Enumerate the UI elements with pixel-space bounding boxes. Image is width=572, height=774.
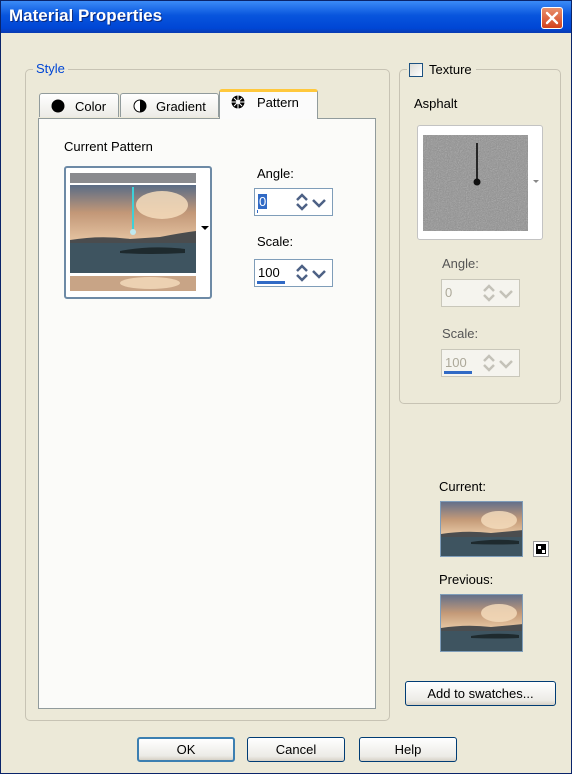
window-title: Material Properties	[9, 6, 163, 25]
swap-icon	[536, 544, 546, 554]
texture-preview-image	[423, 135, 528, 231]
close-icon	[545, 11, 559, 25]
tab-pattern-label: Pattern	[257, 95, 299, 110]
material-properties-dialog: Material Properties Style Color Gradient…	[0, 0, 572, 774]
style-legend: Style	[33, 61, 68, 76]
current-swatch[interactable]	[440, 501, 523, 557]
close-button[interactable]	[541, 7, 563, 29]
pattern-swatch-button[interactable]	[64, 166, 212, 299]
tab-gradient[interactable]: Gradient	[120, 93, 219, 117]
swap-swatches-button[interactable]	[533, 541, 549, 557]
ok-button[interactable]: OK	[137, 737, 235, 762]
pattern-scale-stepper[interactable]: 100	[254, 259, 333, 287]
pattern-angle-bar	[257, 210, 258, 213]
texture-angle-value: 0	[445, 285, 453, 300]
current-swatch-label: Current:	[439, 479, 486, 494]
cancel-button[interactable]: Cancel	[247, 737, 345, 762]
help-button[interactable]: Help	[359, 737, 457, 762]
title-bar[interactable]: Material Properties	[1, 1, 571, 33]
previous-swatch-label: Previous:	[439, 572, 494, 587]
pattern-angle-value: 0	[258, 194, 268, 209]
pattern-scale-value: 100	[258, 265, 280, 280]
spin-arrows-icon[interactable]	[294, 193, 330, 211]
texture-angle-label: Angle:	[442, 256, 479, 271]
pattern-preview-image	[70, 173, 196, 291]
pattern-angle-label: Angle:	[257, 166, 294, 181]
color-dot-icon	[51, 99, 65, 113]
texture-name: Asphalt	[414, 96, 458, 111]
pattern-scale-bar	[257, 281, 285, 284]
pattern-angle-stepper[interactable]: 0	[254, 188, 333, 216]
texture-checkbox-label: Texture	[429, 62, 472, 77]
tab-color-label: Color	[75, 99, 107, 114]
add-to-swatches-button[interactable]: Add to swatches...	[405, 681, 556, 706]
current-pattern-label: Current Pattern	[64, 139, 153, 154]
texture-scale-stepper: 100	[441, 349, 520, 377]
pattern-tab-panel: Current Pattern Angle: 0 Scale: 100	[38, 118, 376, 709]
spin-arrows-icon	[483, 284, 513, 302]
chevron-down-icon	[201, 226, 209, 230]
tab-color[interactable]: Color	[39, 93, 119, 117]
texture-swatch-button[interactable]	[417, 125, 543, 240]
spin-arrows-icon	[483, 354, 513, 372]
texture-scale-bar	[444, 371, 472, 374]
tab-pattern[interactable]: Pattern	[219, 89, 318, 119]
texture-scale-value: 100	[445, 355, 467, 370]
pattern-icon	[231, 95, 245, 109]
texture-toggle[interactable]: Texture	[407, 61, 476, 79]
texture-angle-stepper: 0	[441, 279, 520, 307]
tab-gradient-label: Gradient	[156, 99, 206, 114]
texture-scale-label: Scale:	[442, 326, 479, 341]
gradient-icon	[133, 99, 147, 113]
spin-arrows-icon[interactable]	[294, 264, 330, 282]
pattern-scale-label: Scale:	[257, 234, 294, 249]
texture-checkbox[interactable]	[409, 63, 423, 77]
previous-swatch[interactable]	[440, 594, 523, 652]
chevron-down-icon	[533, 180, 539, 183]
